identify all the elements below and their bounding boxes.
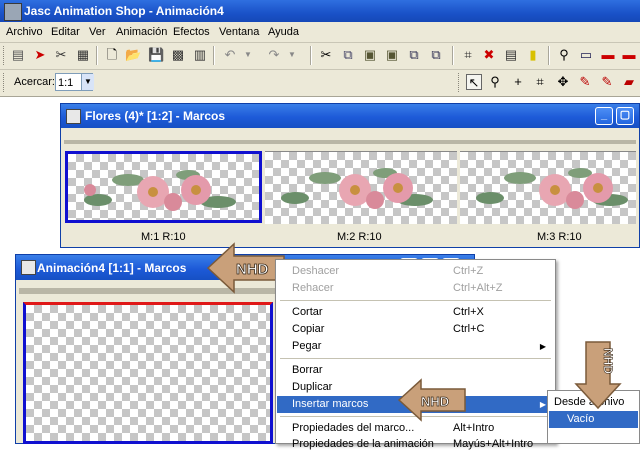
menu-ventana[interactable]: Ventana: [219, 26, 259, 38]
maximize-button[interactable]: ▢: [616, 107, 634, 125]
film-strip-icon[interactable]: ▬: [600, 47, 616, 63]
menu-item-rehacer[interactable]: Rehacer Ctrl+Alt+Z: [277, 280, 554, 297]
wizard-icon[interactable]: ▤: [10, 47, 26, 63]
nhd-watermark-text: NHD: [236, 261, 269, 278]
menu-separator: [280, 300, 551, 301]
menu-efectos[interactable]: Efectos: [173, 26, 210, 38]
toolbar-separator: [548, 46, 550, 65]
undo-dropdown-icon[interactable]: ▼: [240, 47, 256, 63]
cut-icon[interactable]: ✂: [318, 47, 334, 63]
menu-item-copiar[interactable]: Copiar Ctrl+C: [277, 321, 554, 338]
menu-ver[interactable]: Ver: [89, 26, 106, 38]
submenu-item-vacio[interactable]: Vacío: [549, 411, 638, 428]
window-title: Animación4 [1:1] - Marcos: [37, 261, 187, 275]
paste-new-icon[interactable]: ▣: [384, 47, 400, 63]
frame-thumbnail-empty[interactable]: [23, 302, 273, 444]
frame-thumbnail-2[interactable]: [265, 151, 457, 224]
paste-before-icon[interactable]: ⧉: [406, 47, 422, 63]
paste-icon[interactable]: ▣: [362, 47, 378, 63]
menu-item-propiedades-animacion[interactable]: Propiedades de la animación Mayús+Alt+In…: [277, 436, 554, 453]
paintbrush-tool-icon[interactable]: ✎: [599, 74, 615, 90]
app-title-bar: Jasc Animation Shop - Animación4: [0, 0, 640, 22]
flower-image: [281, 168, 433, 209]
zoom-icon[interactable]: ⚲: [556, 47, 572, 63]
nhd-watermark-arrow: NHD: [397, 378, 466, 422]
chevron-down-icon[interactable]: ▼: [81, 74, 94, 90]
flores-frames-window: Flores (4)* [1:2] - Marcos _ ▢ M:1 R:10 …: [60, 103, 640, 248]
menu-separator: [280, 358, 551, 359]
dropper-tool-icon[interactable]: ✎: [577, 74, 593, 90]
app-icon: [4, 3, 22, 21]
window-title-bar[interactable]: Flores (4)* [1:2] - Marcos _ ▢: [61, 104, 639, 128]
zoom-label: Acercar:: [14, 76, 55, 88]
frame-label-2: M:2 R:10: [337, 231, 382, 243]
delete-frames-icon[interactable]: ✖: [481, 47, 497, 63]
frame-strip-ruler: [64, 140, 636, 144]
toolbar-separator: [96, 46, 98, 65]
toolbar-separator: [310, 46, 312, 65]
menu-editar[interactable]: Editar: [51, 26, 80, 38]
window-icon: [66, 109, 81, 124]
menu-item-cortar[interactable]: Cortar Ctrl+X: [277, 304, 554, 321]
frame-properties-icon[interactable]: ▮: [525, 47, 541, 63]
zoom-tool-icon[interactable]: ⚲: [487, 74, 503, 90]
open-folder-icon[interactable]: 📂: [125, 47, 141, 63]
menu-archivo[interactable]: Archivo: [6, 26, 43, 38]
crop-tool-icon[interactable]: ⌗: [532, 74, 548, 90]
window-icon: [21, 260, 36, 275]
zoom-value: 1:1: [58, 77, 74, 89]
toolbar-separator: [213, 46, 215, 65]
app-title: Jasc Animation Shop - Animación4: [24, 4, 224, 18]
arrow-tool-icon[interactable]: ↖: [466, 74, 482, 90]
menu-ayuda[interactable]: Ayuda: [268, 26, 299, 38]
undo-icon[interactable]: ↶: [222, 47, 238, 63]
redo-icon[interactable]: ↷: [266, 47, 282, 63]
frames-icon[interactable]: ▬: [621, 47, 637, 63]
browse-icon[interactable]: ▦: [75, 47, 91, 63]
submenu-arrow-icon: ▶: [539, 400, 546, 409]
menu-item-deshacer[interactable]: Deshacer Ctrl+Z: [277, 263, 554, 280]
toolbar-separator: [452, 46, 454, 65]
paste-after-icon[interactable]: ⧉: [428, 47, 444, 63]
print-icon[interactable]: ▥: [192, 47, 208, 63]
main-toolbar: ▤ ➤ ✂ ▦ 🗋 📂 💾 ▩ ▥ ↶ ▼ ↷ ▼ ✂ ⧉ ▣ ▣ ⧉ ⧉ ⌗ …: [0, 43, 640, 70]
menu-item-propiedades-marco[interactable]: Propiedades del marco... Alt+Intro: [277, 420, 554, 437]
frame-thumbnail-3[interactable]: [460, 151, 636, 224]
toolbar-grip[interactable]: [458, 73, 462, 92]
toolbar-grip[interactable]: [3, 46, 7, 65]
redo-dropdown-icon[interactable]: ▼: [284, 47, 300, 63]
flower-image: [84, 170, 236, 211]
zoom-toolbar: Acercar: 1:1 ▼ ↖ ⚲ + ⌗ ✥ ✎ ✎ ▰: [0, 70, 640, 97]
crop-icon[interactable]: ⌗: [460, 47, 476, 63]
nhd-watermark-text: NHD: [421, 394, 449, 409]
nhd-watermark-arrow: NHD: [574, 341, 622, 410]
banner-wizard-icon[interactable]: ➤: [32, 47, 48, 63]
frame-thumbnail-1[interactable]: [65, 151, 262, 223]
menu-item-borrar[interactable]: Borrar: [277, 362, 554, 379]
animation-wizard-icon[interactable]: ✂: [53, 47, 69, 63]
nhd-watermark-text: NHD: [601, 348, 615, 374]
flower-image: [476, 168, 628, 209]
menu-animacion[interactable]: Animación: [116, 26, 167, 38]
save-as-icon[interactable]: ▩: [170, 47, 186, 63]
new-file-icon[interactable]: 🗋: [104, 47, 120, 63]
menu-item-pegar[interactable]: Pegar ▶: [277, 338, 554, 355]
copy-icon[interactable]: ⧉: [340, 47, 356, 63]
view-animation-icon[interactable]: ▭: [578, 47, 594, 63]
minimize-button[interactable]: _: [595, 107, 613, 125]
save-icon[interactable]: 💾: [148, 47, 164, 63]
nhd-watermark-arrow: NHD: [206, 242, 285, 294]
resize-icon[interactable]: ▤: [503, 47, 519, 63]
move-tool-icon[interactable]: ✥: [555, 74, 571, 90]
window-title: Flores (4)* [1:2] - Marcos: [85, 109, 226, 123]
frame-label-3: M:3 R:10: [537, 231, 582, 243]
eraser-tool-icon[interactable]: ▰: [621, 74, 637, 90]
menu-bar: Archivo Editar Ver Animación Efectos Ven…: [0, 22, 640, 43]
frame-label-1: M:1 R:10: [141, 231, 186, 243]
submenu-arrow-icon: ▶: [539, 342, 546, 351]
toolbar-grip[interactable]: [3, 73, 7, 92]
crosshair-tool-icon[interactable]: +: [510, 74, 526, 90]
